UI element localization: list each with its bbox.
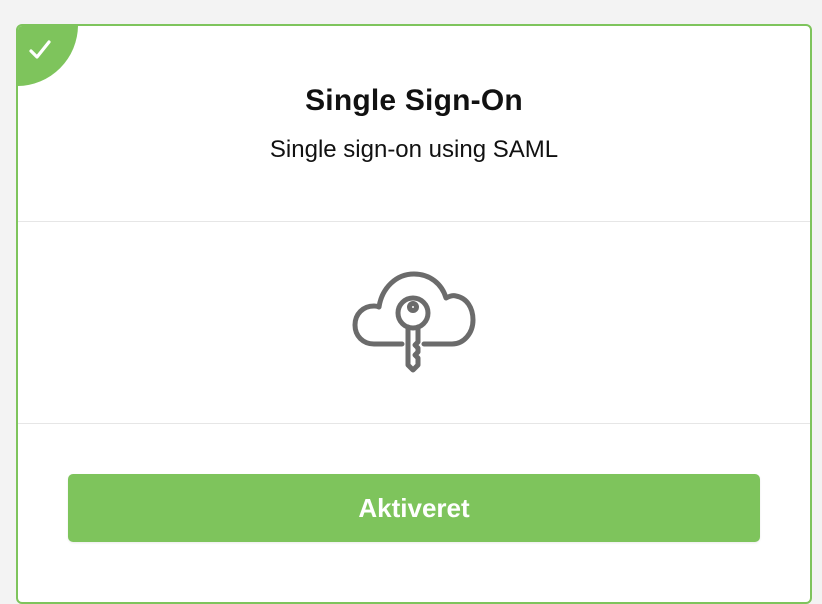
card-icon-area: [18, 222, 810, 424]
sso-feature-card: Single Sign-On Single sign-on using SAML…: [16, 24, 812, 604]
card-header: Single Sign-On Single sign-on using SAML: [18, 26, 810, 222]
activated-button[interactable]: Aktiveret: [68, 474, 760, 542]
cloud-key-icon: [352, 271, 476, 373]
card-title: Single Sign-On: [305, 84, 523, 117]
card-subtitle: Single sign-on using SAML: [269, 136, 559, 163]
